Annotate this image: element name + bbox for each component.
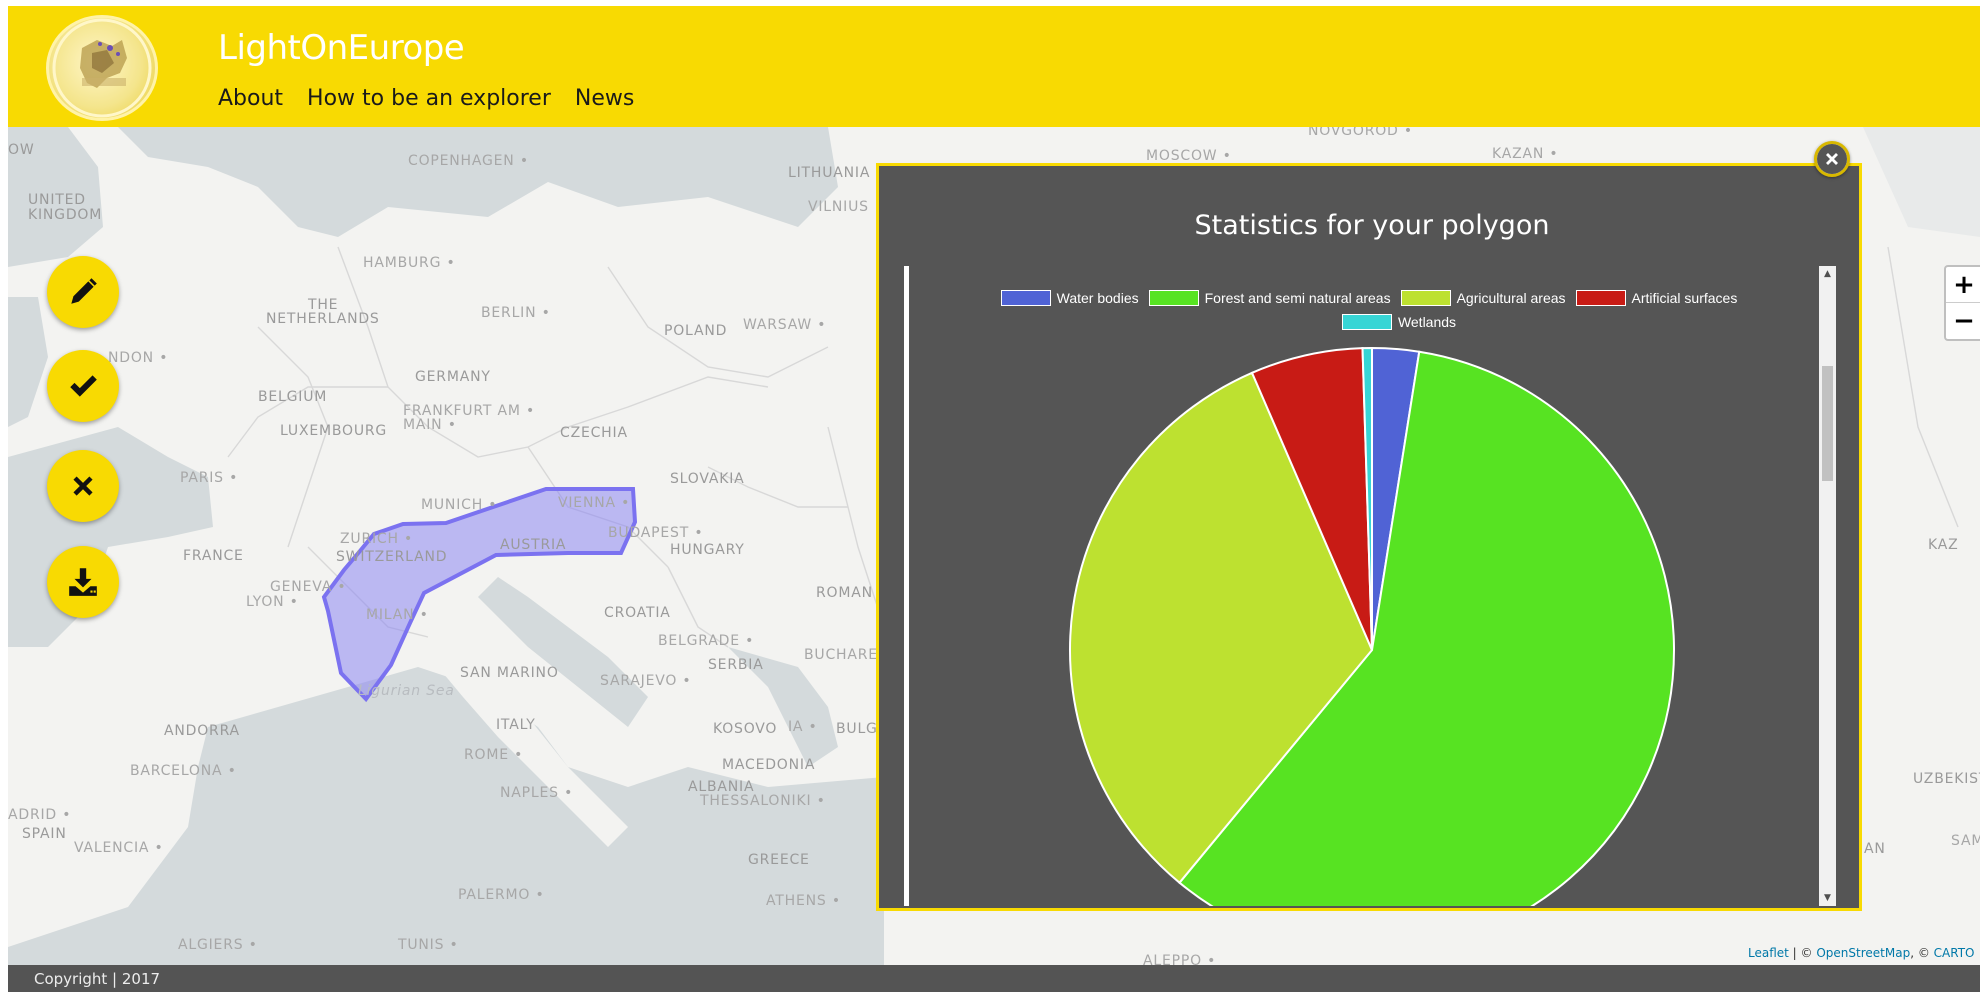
- map-label: SERBIA: [708, 657, 764, 673]
- logo[interactable]: [46, 15, 158, 121]
- map-label: ANDORRA: [164, 723, 240, 739]
- pencil-icon: [71, 278, 97, 304]
- map-label: KOSOVO: [713, 721, 778, 737]
- statistics-popup: Statistics for your polygon Water bodies…: [876, 163, 1862, 911]
- map-label: ZURICH •: [340, 531, 414, 547]
- map-label: COPENHAGEN •: [408, 153, 529, 169]
- map-label: AN: [1864, 841, 1886, 857]
- download-button[interactable]: [47, 546, 119, 618]
- map-label: SAM •: [1951, 833, 1980, 849]
- map-label: BERLIN •: [481, 305, 551, 321]
- map-label: ALGIERS •: [178, 937, 258, 953]
- map-label: GENEVA •: [270, 579, 347, 595]
- draw-polygon-button[interactable]: [47, 256, 119, 328]
- map-label: SLOVAKIA: [670, 471, 745, 487]
- map-label: SARAJEVO •: [600, 673, 692, 689]
- map-label: Ligurian Sea: [358, 683, 455, 699]
- map-label: UNITED: [28, 192, 86, 208]
- map-label: MOSCOW •: [1146, 148, 1232, 164]
- map-label: NOVGOROD •: [1308, 127, 1413, 139]
- popup-close-button[interactable]: [1814, 141, 1850, 177]
- download-icon: [69, 568, 97, 596]
- nav-news[interactable]: News: [575, 86, 634, 111]
- pie-chart: [1069, 346, 1675, 906]
- footer: Copyright | 2017: [8, 965, 1980, 992]
- scroll-up-arrow-icon[interactable]: ▲: [1822, 268, 1833, 280]
- map-label: HAMBURG •: [363, 255, 456, 271]
- map-label: POLAND: [664, 323, 728, 339]
- map-label: ATHENS •: [766, 893, 841, 909]
- confirm-button[interactable]: [47, 350, 119, 422]
- carto-link[interactable]: CARTO: [1934, 946, 1975, 960]
- main-nav: About How to be an explorer News: [218, 86, 634, 111]
- europe-map-logo-icon: [52, 18, 152, 118]
- map-label: BELGRADE •: [658, 633, 755, 649]
- clear-button[interactable]: [47, 450, 119, 522]
- osm-link[interactable]: OpenStreetMap: [1816, 946, 1910, 960]
- map-label: GREECE: [748, 852, 810, 868]
- map-label: BARCELONA •: [130, 763, 237, 779]
- map-label: ITALY: [496, 717, 536, 733]
- map-attribution: Leaflet | © OpenStreetMap, © CARTO: [1748, 946, 1974, 960]
- map-label: VIENNA •: [558, 495, 631, 511]
- map-label: PARIS •: [180, 470, 239, 486]
- scrollbar-thumb[interactable]: [1822, 366, 1833, 481]
- map-label: HUNGARY: [670, 542, 745, 558]
- nav-how-to-be-an-explorer[interactable]: How to be an explorer: [307, 86, 551, 111]
- app-header: LightOnEurope About How to be an explore…: [8, 6, 1980, 127]
- map-label: MUNICH •: [421, 497, 498, 513]
- map-label: CZECHIA: [560, 425, 628, 441]
- map-label: IA •: [788, 719, 818, 735]
- map-label: SAN MARINO: [460, 665, 559, 681]
- map-label: KINGDOM: [28, 207, 103, 223]
- map-label: OW: [8, 142, 35, 158]
- map-label: UZBEKIST: [1913, 771, 1980, 787]
- map-label: SPAIN: [22, 826, 67, 842]
- map-label: BULG: [836, 721, 878, 737]
- map-label: MILAN •: [366, 607, 429, 623]
- map-label: SWITZERLAND: [336, 549, 448, 565]
- x-icon: [73, 476, 93, 496]
- zoom-out-button[interactable]: −: [1946, 303, 1980, 339]
- zoom-in-button[interactable]: +: [1946, 267, 1980, 303]
- popup-scrollbar[interactable]: ▲ ▼: [1819, 266, 1836, 906]
- map-label: MAIN •: [403, 417, 457, 433]
- map-label: ALEPPO •: [1143, 953, 1217, 965]
- copyright-text: Copyright | 2017: [34, 970, 161, 988]
- map-label: VILNIUS •: [808, 199, 884, 215]
- zoom-control: + −: [1944, 265, 1980, 341]
- map-label: LUXEMBOURG: [280, 423, 388, 439]
- map-label: LITHUANIA: [788, 165, 871, 181]
- map-label: THESSALONIKI •: [700, 793, 826, 809]
- map-label: PALERMO •: [458, 887, 545, 903]
- map-label: VALENCIA •: [74, 840, 164, 856]
- attribution-sep-2: , ©: [1910, 946, 1934, 960]
- scroll-down-arrow-icon[interactable]: ▼: [1822, 892, 1833, 904]
- map-label: TUNIS •: [398, 937, 459, 953]
- app-title[interactable]: LightOnEurope: [218, 28, 465, 68]
- leaflet-link[interactable]: Leaflet: [1748, 946, 1789, 960]
- map-label: GERMANY: [415, 369, 491, 385]
- attribution-sep-1: | ©: [1788, 946, 1817, 960]
- map-label: WARSAW •: [743, 317, 827, 333]
- map-label: LYON •: [246, 594, 299, 610]
- map-label: FRANCE: [183, 548, 244, 564]
- map-label: CROATIA: [604, 605, 671, 621]
- map-label: NETHERLANDS: [266, 311, 380, 327]
- map-label: ROME •: [464, 747, 524, 763]
- map-label: NAPLES •: [500, 785, 574, 801]
- map-label: KAZAN •: [1492, 146, 1559, 162]
- map-label: BELGIUM: [258, 389, 328, 405]
- map-label: KAZ: [1928, 537, 1959, 553]
- check-icon: [70, 375, 97, 397]
- close-icon: [1817, 144, 1847, 174]
- map-label: ROMAN: [816, 585, 873, 601]
- map-label: NDON •: [108, 350, 169, 366]
- map-label: BUDAPEST •: [608, 525, 704, 541]
- nav-about[interactable]: About: [218, 86, 283, 111]
- map-label: AUSTRIA: [500, 537, 567, 553]
- map-label: ADRID •: [8, 807, 72, 823]
- map-label: MACEDONIA: [722, 757, 816, 773]
